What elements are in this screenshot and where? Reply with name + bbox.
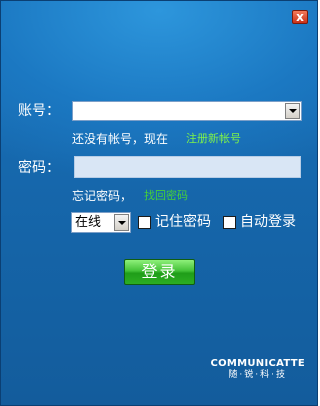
login-window: x 账号： 还没有帐号，现在 注册新帐号 密码： 忘记密码， 找回密码 在线 记… [0, 0, 318, 406]
account-label: 账号： [18, 103, 60, 119]
account-dropdown-button[interactable] [285, 103, 300, 119]
auto-login-label: 自动登录 [240, 214, 296, 230]
login-button[interactable]: 登录 [124, 259, 195, 285]
register-link[interactable]: 注册新帐号 [186, 132, 241, 146]
company-logo: COMMUNICATTE 随·锐·科·技 [210, 358, 305, 381]
status-value: 在线 [75, 215, 102, 230]
status-select[interactable]: 在线 [71, 212, 131, 233]
remember-checkbox[interactable] [138, 216, 151, 229]
password-field[interactable] [74, 156, 301, 178]
chevron-down-icon [117, 220, 126, 225]
register-prompt: 还没有帐号，现在 [72, 132, 169, 146]
account-combobox[interactable] [72, 101, 302, 121]
password-label: 密码： [18, 160, 60, 176]
recover-link[interactable]: 找回密码 [144, 189, 188, 203]
remember-label: 记住密码 [155, 214, 211, 230]
status-dropdown-button[interactable] [114, 214, 129, 231]
close-button[interactable]: x [292, 10, 308, 24]
recover-prompt: 忘记密码， [72, 189, 133, 203]
chevron-down-icon [288, 109, 297, 113]
logo-subtitle: 随·锐·科·技 [228, 370, 288, 380]
auto-login-checkbox[interactable] [223, 216, 236, 229]
logo-brand: COMMUNICATTE [210, 358, 305, 369]
